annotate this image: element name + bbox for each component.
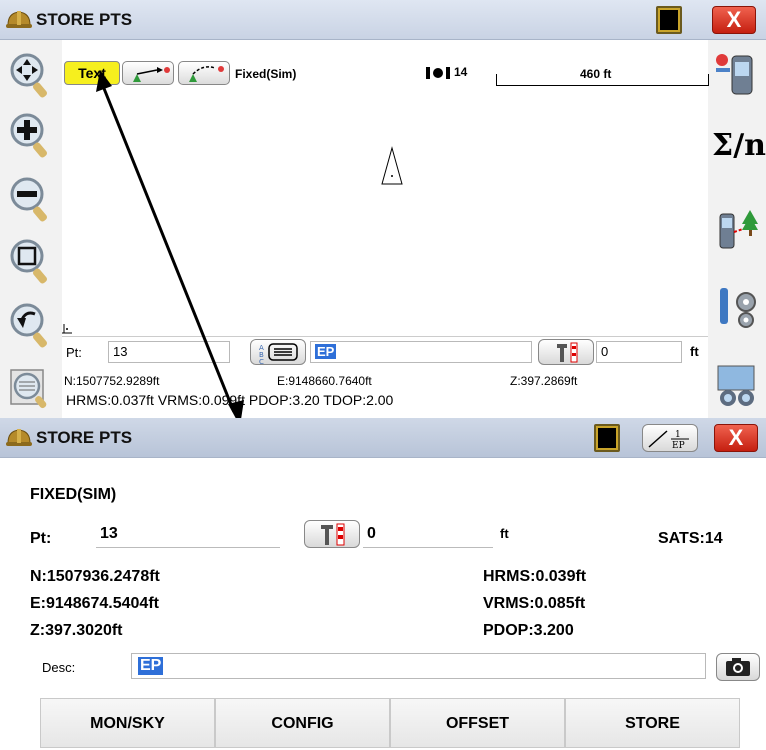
satellite-count: 14 [454, 65, 468, 79]
config-button[interactable]: CONFIG [215, 698, 390, 748]
svg-text:C: C [259, 358, 264, 364]
elevation-readout: Z:397.3020ft [30, 622, 123, 639]
northing-readout: N:1507752.9289ft [64, 374, 160, 388]
zoom-out-icon[interactable] [9, 176, 51, 222]
rod-height-button[interactable] [304, 520, 360, 548]
point-number-input[interactable]: 13 [96, 522, 280, 548]
hardhat-icon [6, 11, 32, 28]
rod-icon [321, 523, 345, 546]
store-button[interactable]: STORE [565, 698, 740, 748]
ep-icon: 1 EP [648, 430, 689, 451]
sideshot-button[interactable] [178, 61, 230, 85]
map-binoculars-icon[interactable] [714, 360, 760, 412]
desc-label: Desc: [42, 660, 76, 675]
store-points-panel: FIXED(SIM) Pt: 13 0 ft SATS:14 N:1507936… [0, 458, 766, 750]
camera-button[interactable] [716, 653, 760, 681]
zoom-window-icon[interactable] [9, 238, 51, 284]
fix-status: FIXED(SIM) [30, 486, 117, 503]
north-arrow-icon [381, 146, 403, 185]
point-entry-row: Pt: 13 A B C EP 0 ft [62, 336, 708, 366]
rod-height-button[interactable] [538, 339, 594, 365]
live-coordinates: N:1507752.9289ft E:9148660.7640ft Z:397.… [62, 370, 708, 418]
zoom-previous-icon[interactable] [9, 302, 51, 348]
northing-readout: N:1507936.2478ft [30, 568, 160, 585]
scale-label: 460 ft [580, 67, 612, 81]
text-toggle-button[interactable]: Text [64, 61, 120, 85]
rod-height-input[interactable]: 0 [596, 341, 682, 363]
close-button[interactable]: X [712, 6, 756, 34]
close-button[interactable]: X [714, 424, 758, 452]
left-toolbar [0, 40, 62, 418]
easting-readout: E:9148674.5404ft [30, 595, 159, 612]
sideshot-icon [189, 66, 224, 82]
description-value: EP [315, 344, 337, 359]
gps-receiver-icon[interactable] [714, 46, 760, 98]
camera-icon [726, 658, 750, 676]
offset-button[interactable]: OFFSET [390, 698, 565, 748]
point-number-input[interactable]: 13 [108, 341, 230, 363]
easting-readout: E:9148660.7640ft [277, 374, 372, 388]
window-title: STORE PTS [36, 10, 133, 29]
bottom-titlebar: STORE PTS 1 EP X [0, 418, 766, 458]
zoom-in-icon[interactable] [9, 112, 51, 158]
traverse-button[interactable] [122, 61, 174, 85]
pt-label: Pt: [30, 530, 52, 547]
elevation-readout: Z:397.2869ft [510, 374, 578, 388]
vrms-readout: VRMS:0.085ft [483, 595, 586, 612]
pan-icon[interactable] [9, 52, 51, 98]
pt-label: Pt: [66, 345, 82, 360]
hardhat-icon [6, 429, 32, 446]
sum-average-icon[interactable]: Σ/n [712, 126, 766, 166]
description-list-icon: A B C [259, 343, 298, 366]
ep-button[interactable]: 1 EP [642, 424, 698, 452]
hrms-readout: HRMS:0.039ft [483, 568, 587, 585]
description-input[interactable]: EP [310, 341, 532, 363]
quality-readout: HRMS:0.037ft VRMS:0.099ft PDOP:3.20 TDOP… [66, 392, 394, 408]
stakeout-tree-icon[interactable] [714, 202, 760, 254]
description-input[interactable]: EP [131, 653, 706, 679]
action-bar: MON/SKY CONFIG OFFSET STORE [40, 698, 740, 748]
svg-text:EP: EP [672, 441, 685, 451]
right-toolbar: Σ/n [708, 40, 766, 418]
units-label: ft [690, 344, 699, 359]
pdop-readout: PDOP:3.200 [483, 622, 574, 639]
minimize-button[interactable] [594, 424, 620, 452]
zoom-extents-icon[interactable] [9, 366, 51, 412]
minimize-button[interactable] [656, 6, 682, 34]
description-list-button[interactable]: A B C [250, 339, 306, 366]
fix-status: Fixed(Sim) [235, 67, 297, 81]
mon-sky-button[interactable]: MON/SKY [40, 698, 215, 748]
rod-icon [557, 342, 578, 363]
satellite-count: SATS:14 [658, 530, 723, 547]
rod-height-input[interactable]: 0 [363, 522, 493, 548]
origin-marker-icon [62, 324, 72, 334]
traverse-icon [133, 67, 170, 82]
units-label: ft [500, 526, 509, 541]
map-view[interactable]: Text Fixed(Sim) 14 460 ft [62, 40, 709, 336]
settings-gear-icon[interactable] [714, 282, 760, 334]
description-value: EP [138, 657, 164, 675]
dialog-title: STORE PTS [36, 428, 133, 447]
top-titlebar: STORE PTS X [0, 0, 766, 40]
